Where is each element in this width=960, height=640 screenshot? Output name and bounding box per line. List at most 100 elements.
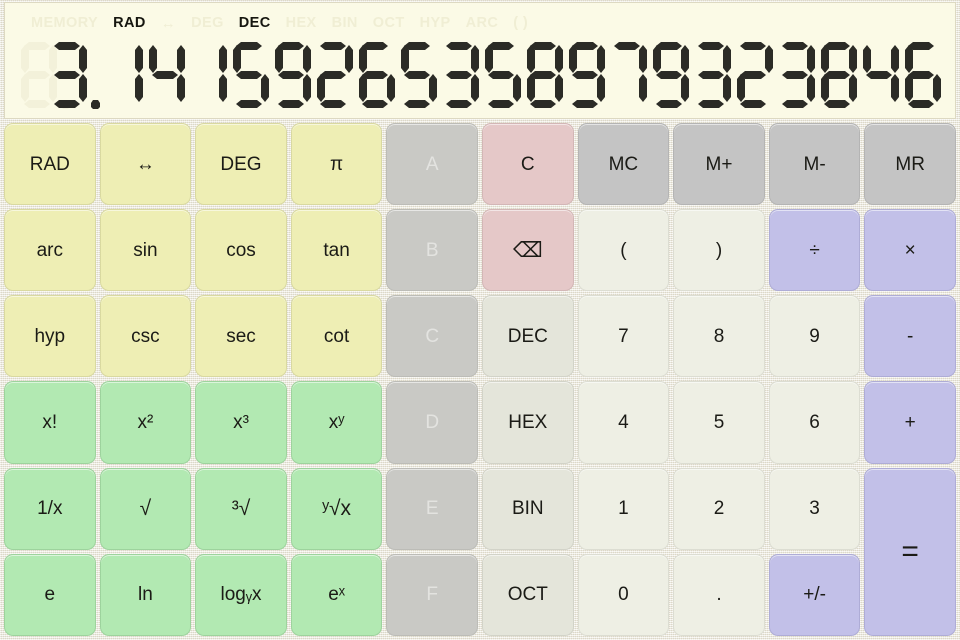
key-label: e [44, 584, 56, 606]
key-subtract[interactable]: - [864, 295, 956, 378]
lcd-digit [187, 34, 229, 108]
key-tan[interactable]: tan [290, 209, 383, 292]
key-hex-a: A [386, 123, 478, 206]
key-label: A [425, 153, 439, 175]
key-label: × [904, 239, 916, 261]
key-digit-0[interactable]: 0 [577, 553, 670, 636]
key-clear[interactable]: C [481, 123, 574, 206]
calculator-app: MEMORY RAD ↔ DEG DEC HEX BIN OCT HYP ARC( ) RAD ↔ D… [0, 0, 960, 640]
key-equals[interactable]: = [864, 467, 956, 636]
key-hex-d: D [386, 381, 478, 464]
key-memory-recall[interactable]: MR [864, 123, 956, 206]
key-deg[interactable]: DEG [195, 123, 287, 206]
lcd-digit [103, 34, 145, 108]
lcd-digit [271, 34, 313, 108]
key-arc[interactable]: arc [4, 209, 96, 292]
key-digit-4[interactable]: 4 [577, 381, 670, 464]
keypad: RAD ↔ DEG π A C MC M+ M- MR arc sin cos tan B ⌫ () ÷ × hyp c… [0, 119, 960, 640]
key-paren-close[interactable]: ) [673, 209, 765, 292]
key-label: - [907, 325, 914, 347]
key-exp[interactable]: eˣ [290, 553, 383, 636]
key-square[interactable]: x² [99, 381, 192, 464]
key-digit-1[interactable]: 1 [577, 467, 670, 550]
key-label: π [330, 153, 344, 175]
key-digit-3[interactable]: 3 [768, 467, 861, 550]
key-add[interactable]: + [864, 381, 956, 464]
lcd-digit [733, 34, 775, 108]
key-pi[interactable]: π [290, 123, 383, 206]
key-nth-root[interactable]: ʸ√x [290, 467, 383, 550]
lcd-digit [439, 34, 481, 108]
key-cube-root[interactable]: ³√ [195, 467, 287, 550]
key-csc[interactable]: csc [99, 295, 192, 378]
key-label: xʸ [328, 412, 345, 434]
key-label: B [425, 239, 439, 261]
key-digit-9[interactable]: 9 [768, 295, 861, 378]
key-memory-subtract[interactable]: M- [768, 123, 861, 206]
key-label: = [901, 534, 919, 568]
key-label: ʸ√x [322, 497, 351, 521]
key-backspace[interactable]: ⌫ [481, 209, 574, 292]
key-sin[interactable]: sin [99, 209, 192, 292]
lcd-digit [355, 34, 397, 108]
key-label: BIN [511, 498, 544, 520]
key-digit-7[interactable]: 7 [577, 295, 670, 378]
key-euler-e[interactable]: e [4, 553, 96, 636]
key-label: 3 [809, 498, 820, 520]
key-label: . [716, 584, 722, 606]
key-power-y[interactable]: xʸ [290, 381, 383, 464]
key-square-root[interactable]: √ [99, 467, 192, 550]
lcd-digit [397, 34, 439, 108]
key-label: 8 [713, 325, 725, 347]
key-label: ) [715, 239, 723, 261]
key-hyp[interactable]: hyp [4, 295, 96, 378]
key-label: 5 [713, 412, 725, 434]
key-label: ↔ [135, 153, 155, 175]
key-label: MC [608, 153, 639, 175]
lcd-digit [649, 34, 691, 108]
key-divide[interactable]: ÷ [768, 209, 861, 292]
lcd-digit [481, 34, 523, 108]
key-paren-open[interactable]: ( [577, 209, 670, 292]
key-memory-clear[interactable]: MC [577, 123, 670, 206]
lcd-digit [691, 34, 733, 108]
key-base-hex[interactable]: HEX [481, 381, 574, 464]
lcd-display: MEMORY RAD ↔ DEG DEC HEX BIN OCT HYP ARC( ) [4, 2, 956, 119]
key-label: ( [620, 239, 627, 261]
key-swap-angle[interactable]: ↔ [99, 123, 192, 206]
key-label: + [904, 412, 916, 434]
key-base-oct[interactable]: OCT [481, 553, 574, 636]
key-base-dec[interactable]: DEC [481, 295, 574, 378]
key-digit-8[interactable]: 8 [673, 295, 765, 378]
key-natural-log[interactable]: ln [99, 553, 192, 636]
key-label: +/- [803, 584, 826, 606]
key-label: ÷ [809, 239, 820, 261]
key-label: M- [803, 153, 826, 175]
key-sec[interactable]: sec [195, 295, 287, 378]
key-label: 7 [618, 325, 629, 347]
key-factorial[interactable]: x! [4, 381, 96, 464]
key-digit-5[interactable]: 5 [673, 381, 765, 464]
key-sign-toggle[interactable]: +/- [768, 553, 861, 636]
key-label: 4 [618, 412, 629, 434]
key-label: sec [226, 325, 256, 347]
key-base-bin[interactable]: BIN [481, 467, 574, 550]
key-rad[interactable]: RAD [4, 123, 96, 206]
key-digit-2[interactable]: 2 [673, 467, 765, 550]
lcd-digit [607, 34, 649, 108]
key-cos[interactable]: cos [195, 209, 287, 292]
lcd-digits-area [5, 27, 955, 115]
key-digit-6[interactable]: 6 [768, 381, 861, 464]
key-cube[interactable]: x³ [195, 381, 287, 464]
key-label: sin [133, 239, 158, 261]
key-label: 1 [618, 498, 629, 520]
key-label: M+ [705, 153, 733, 175]
key-memory-add[interactable]: M+ [673, 123, 765, 206]
key-reciprocal[interactable]: 1/x [4, 467, 96, 550]
key-log-base-y[interactable]: logᵧx [195, 553, 287, 636]
key-cot[interactable]: cot [290, 295, 383, 378]
key-decimal-point[interactable]: . [673, 553, 765, 636]
key-label: csc [131, 325, 160, 347]
key-label: √ [139, 497, 152, 521]
key-multiply[interactable]: × [864, 209, 956, 292]
